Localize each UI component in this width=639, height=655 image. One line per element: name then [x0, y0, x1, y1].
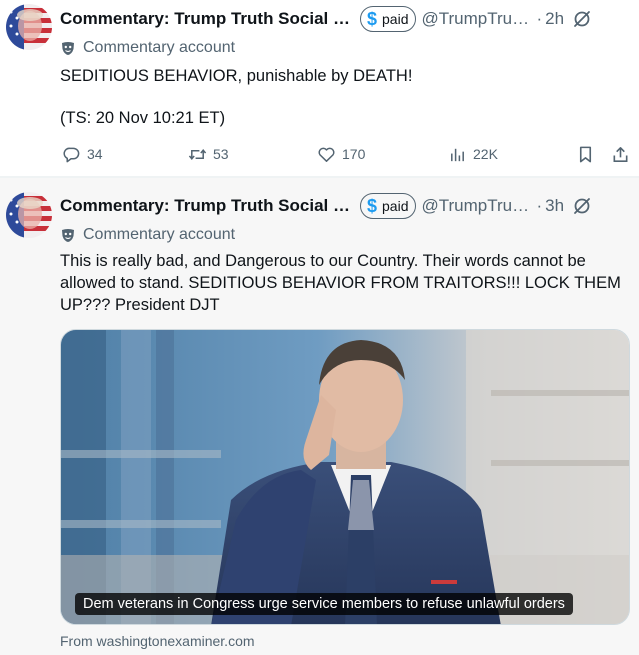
- heart-icon: [318, 147, 335, 162]
- like-button[interactable]: 170: [317, 142, 365, 166]
- views-chart-icon: [451, 148, 464, 161]
- author-handle[interactable]: @TrumpTrut...: [421, 9, 529, 29]
- paid-label: paid: [382, 198, 409, 214]
- post[interactable]: Commentary: Trump Truth Social P... $ pa…: [0, 0, 639, 176]
- post-text: This is really bad, and Dangerous to our…: [60, 252, 621, 314]
- post-text: SEDITIOUS BEHAVIOR, punishable by DEATH!: [60, 67, 413, 85]
- repost-icon: [188, 148, 207, 160]
- action-bar: 34 53 170 22K: [60, 142, 635, 166]
- separator-dot: ·: [536, 9, 543, 28]
- commentary-account-label: Commentary account: [60, 225, 235, 245]
- post-text-timestamp-note: (TS: 20 Nov 10:21 ET): [60, 109, 226, 127]
- views-button[interactable]: 22K: [448, 142, 498, 166]
- post-header: Commentary: Trump Truth Social P... $ pa…: [60, 6, 629, 32]
- repost-button[interactable]: 53: [188, 142, 229, 166]
- separator-dot: ·: [536, 196, 543, 215]
- like-count: 170: [342, 146, 366, 162]
- timestamp[interactable]: 2h: [545, 9, 564, 29]
- timestamp[interactable]: 3h: [545, 196, 564, 216]
- card-source[interactable]: From washingtonexaminer.com: [60, 633, 255, 649]
- article-photo: [61, 330, 629, 624]
- share-icon: [613, 146, 628, 162]
- post[interactable]: Commentary: Trump Truth Social P... $ pa…: [0, 178, 639, 655]
- flag-face-avatar-image: [6, 4, 52, 50]
- reply-icon: [63, 147, 80, 162]
- link-card[interactable]: Dem veterans in Congress urge service me…: [60, 329, 630, 625]
- paid-label: paid: [382, 11, 409, 27]
- post-header: Commentary: Trump Truth Social P... $ pa…: [60, 193, 629, 219]
- grok-icon[interactable]: [572, 196, 592, 216]
- views-count: 22K: [473, 146, 498, 162]
- reply-count: 34: [87, 146, 103, 162]
- flag-face-avatar-image: [6, 192, 52, 238]
- author-name[interactable]: Commentary: Trump Truth Social P...: [60, 9, 352, 29]
- dollar-icon: $: [367, 9, 378, 29]
- grok-icon[interactable]: [572, 9, 592, 29]
- paid-badge[interactable]: $ paid: [360, 193, 417, 219]
- bookmark-button[interactable]: [576, 142, 601, 166]
- share-button[interactable]: [611, 142, 636, 166]
- account-label-text: Commentary account: [83, 226, 236, 243]
- avatar[interactable]: [6, 4, 52, 50]
- bookmark-icon: [579, 146, 592, 162]
- avatar[interactable]: [6, 192, 52, 238]
- repost-count: 53: [213, 146, 229, 162]
- commentary-account-label: Commentary account: [60, 38, 235, 58]
- paid-badge[interactable]: $ paid: [360, 6, 417, 32]
- dollar-icon: $: [367, 196, 378, 216]
- card-caption: Dem veterans in Congress urge service me…: [75, 593, 573, 615]
- mask-icon: [62, 42, 74, 55]
- author-name[interactable]: Commentary: Trump Truth Social P...: [60, 196, 352, 216]
- author-handle[interactable]: @TrumpTrut...: [421, 196, 529, 216]
- account-label-text: Commentary account: [83, 39, 236, 56]
- reply-button[interactable]: 34: [62, 142, 103, 166]
- mask-icon: [62, 229, 74, 242]
